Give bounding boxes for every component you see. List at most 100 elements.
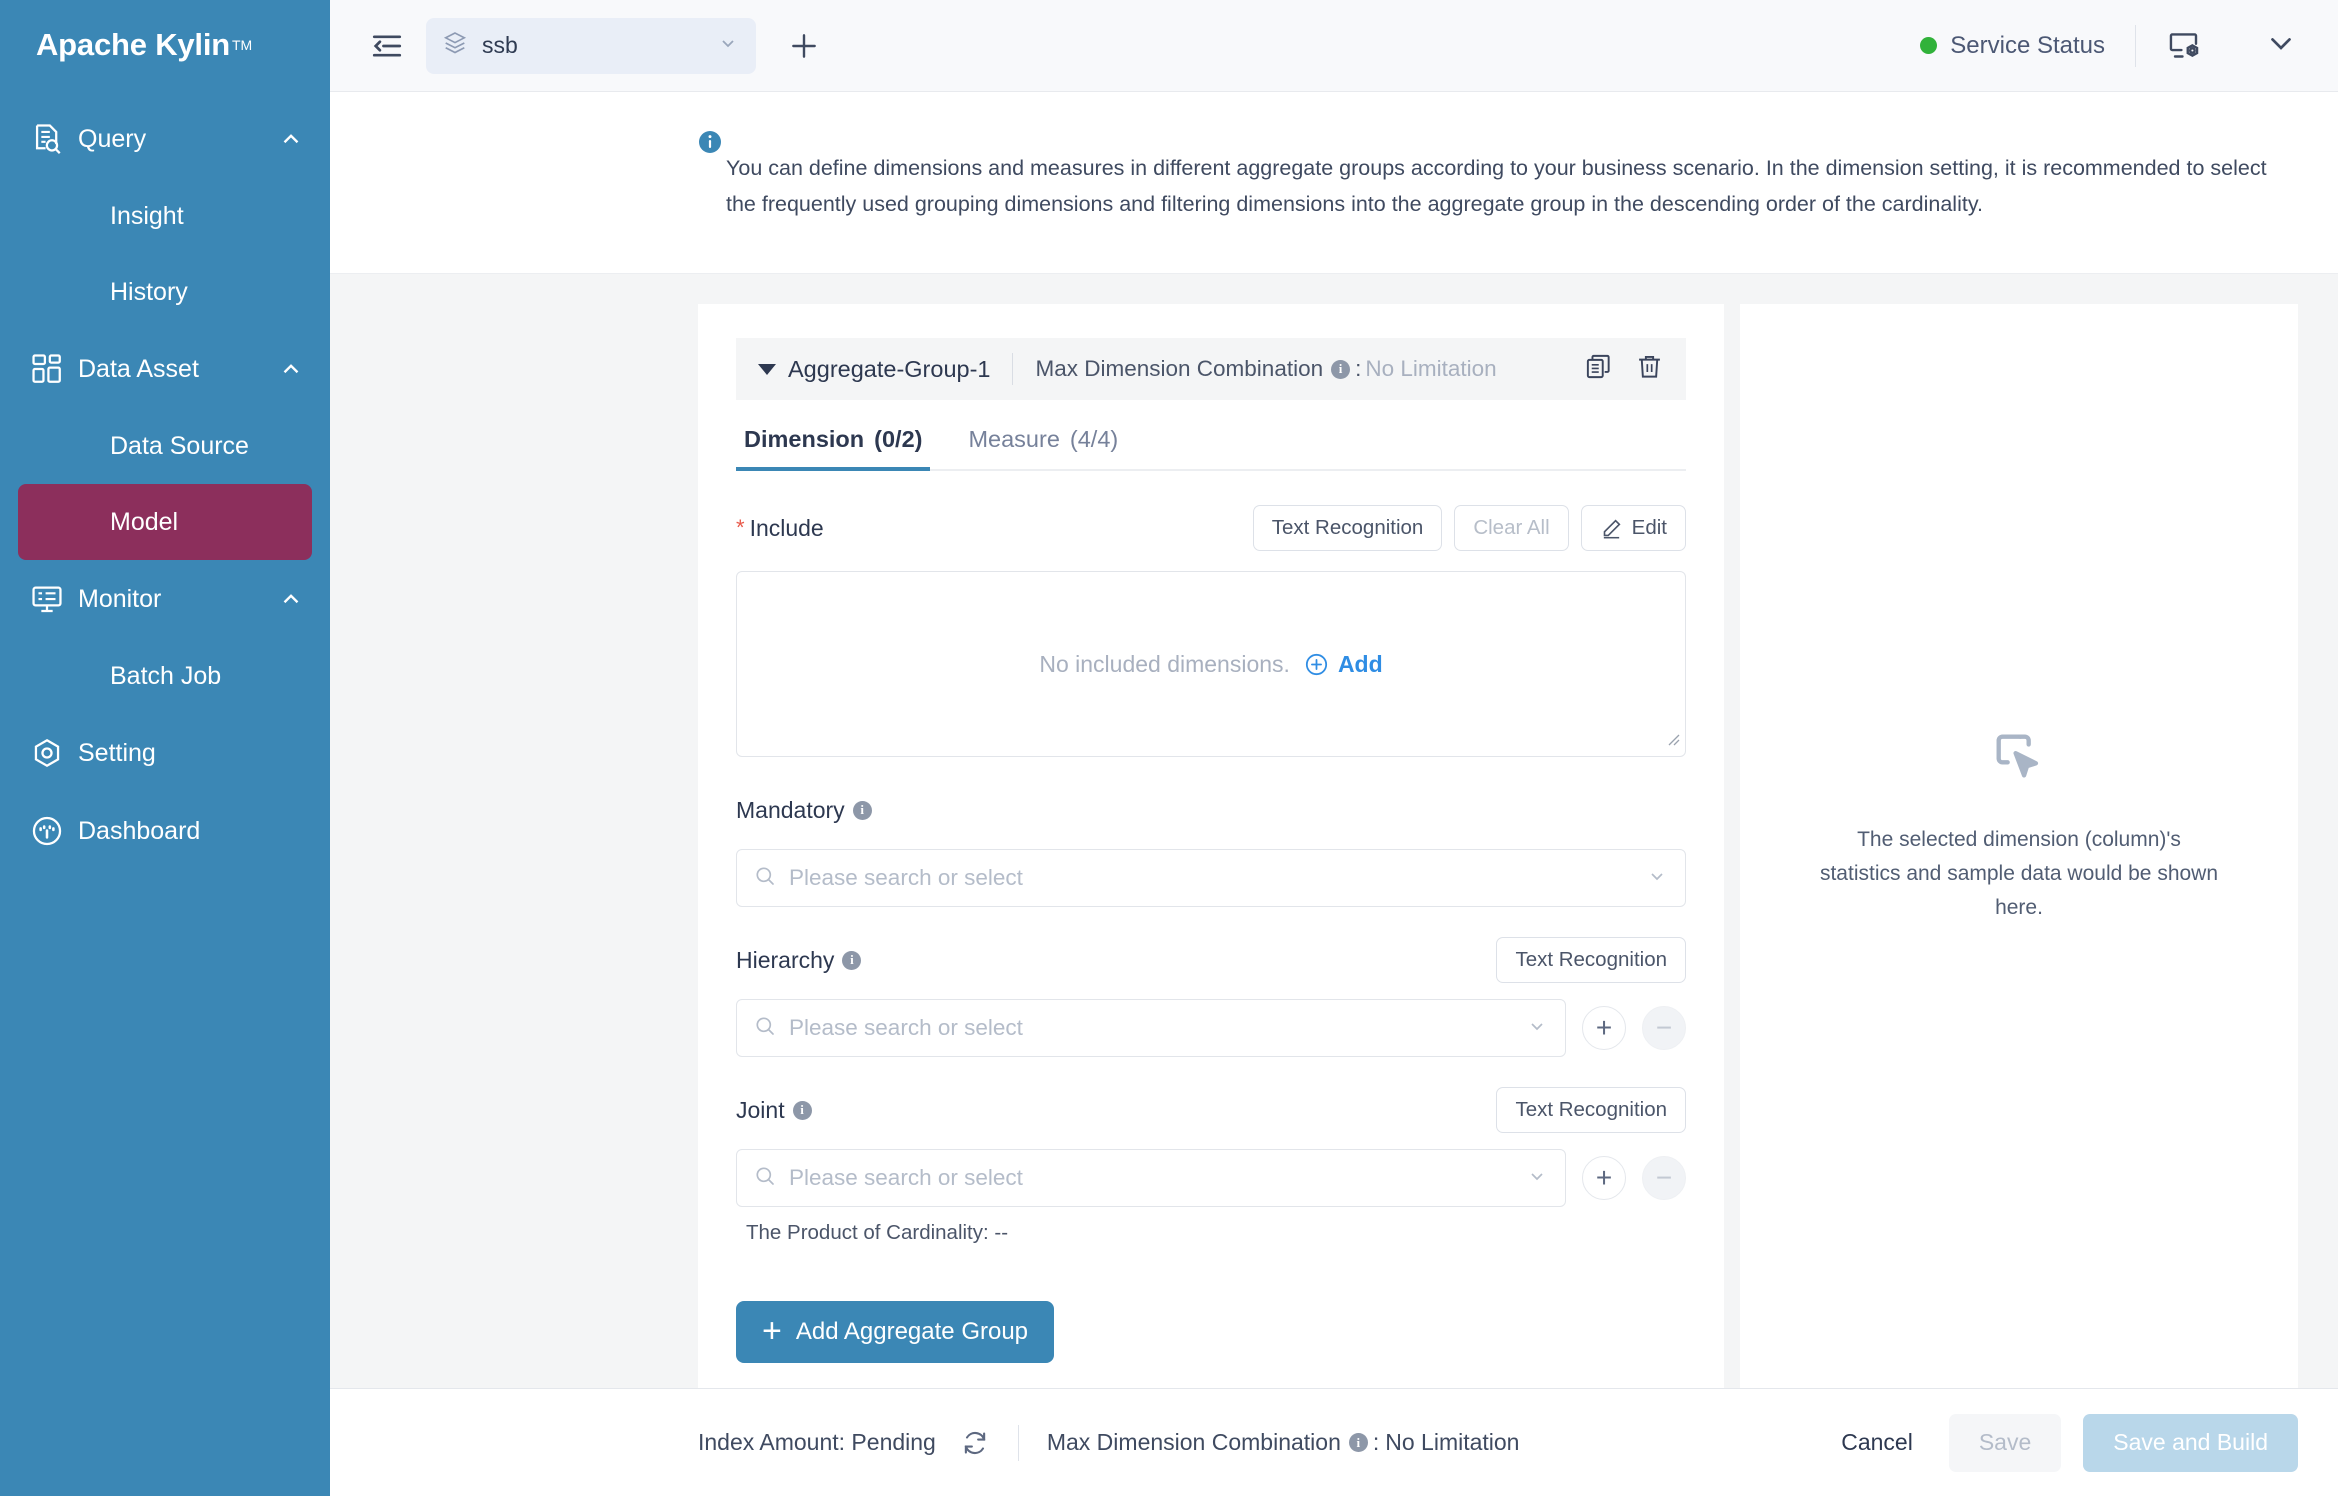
sidebar-item-history[interactable]: History xyxy=(18,254,312,330)
max-dimension-combination-value: No Limitation xyxy=(1365,356,1497,381)
refresh-icon[interactable] xyxy=(960,1428,990,1458)
info-tooltip-icon[interactable]: i xyxy=(792,1100,812,1120)
joint-label: Joint xyxy=(736,1096,785,1123)
footer-max-dimension-combination-separator: : xyxy=(1372,1429,1380,1455)
add-project-icon[interactable] xyxy=(782,24,826,68)
sidebar-item-batch-job[interactable]: Batch Job xyxy=(18,638,312,714)
sidebar-group-monitor[interactable]: Monitor xyxy=(0,560,330,638)
dimension-measure-tabs: Dimension (0/2) Measure (4/4) xyxy=(736,426,1686,471)
dimension-detail-panel: The selected dimension (column)'s statis… xyxy=(1740,304,2298,1388)
include-dimensions-box[interactable]: No included dimensions. Add xyxy=(736,571,1686,757)
sidebar-item-label: Dashboard xyxy=(78,816,201,845)
sidebar-item-label: Data Source xyxy=(110,431,249,460)
data-asset-icon xyxy=(30,352,74,386)
sidebar-group-label: Monitor xyxy=(78,584,162,613)
joint-add-button[interactable]: + xyxy=(1582,1156,1626,1200)
sidebar-item-data-source[interactable]: Data Source xyxy=(18,408,312,484)
tab-dimension[interactable]: Dimension (0/2) xyxy=(736,426,931,471)
content-area: Aggregate-Group-1 Max Dimension Combinat… xyxy=(330,274,2338,1388)
include-edit-label: Edit xyxy=(1631,516,1667,539)
dimension-detail-empty-state: The selected dimension (column)'s statis… xyxy=(1819,728,2219,925)
chevron-up-icon[interactable] xyxy=(278,586,304,612)
include-clear-all-button[interactable]: Clear All xyxy=(1454,505,1569,551)
search-icon xyxy=(753,1164,777,1193)
sidebar-group-label: Query xyxy=(78,124,147,153)
sidebar-item-insight[interactable]: Insight xyxy=(18,178,312,254)
collapse-sidebar-icon[interactable] xyxy=(364,23,410,69)
joint-select[interactable]: Please search or select xyxy=(736,1149,1566,1207)
brand-trademark: TM xyxy=(231,37,253,53)
chevron-down-icon xyxy=(1645,864,1669,893)
divider xyxy=(1012,353,1014,385)
service-status[interactable]: Service Status xyxy=(1920,32,2105,60)
info-tooltip-icon[interactable]: i xyxy=(852,800,872,820)
chevron-up-icon[interactable] xyxy=(278,356,304,382)
include-label: Include xyxy=(749,514,824,541)
footer-max-dimension-combination-value: No Limitation xyxy=(1385,1429,1520,1455)
add-aggregate-group-label: Add Aggregate Group xyxy=(795,1318,1029,1345)
hierarchy-select[interactable]: Please search or select xyxy=(736,999,1566,1057)
status-dot xyxy=(1920,37,1938,54)
plus-circle-icon[interactable] xyxy=(1304,652,1329,677)
mandatory-row: Please search or select xyxy=(736,849,1686,907)
sidebar-group-query[interactable]: Query xyxy=(0,100,330,178)
info-tooltip-icon[interactable]: i xyxy=(1348,1433,1368,1452)
copy-icon[interactable] xyxy=(1584,352,1613,386)
project-selector[interactable]: ssb xyxy=(426,17,756,74)
brand-name: Apache Kylin xyxy=(36,27,230,62)
joint-remove-button[interactable]: − xyxy=(1642,1156,1686,1200)
info-icon xyxy=(698,130,722,159)
footer-bar: Index Amount: Pending Max Dimension Comb… xyxy=(330,1388,2338,1496)
info-tooltip-icon[interactable]: i xyxy=(842,950,862,970)
sidebar-item-model[interactable]: Model xyxy=(18,484,312,560)
info-tooltip-icon[interactable]: i xyxy=(1331,359,1351,379)
include-empty-text: No included dimensions. xyxy=(1039,650,1290,677)
footer-left: Index Amount: Pending Max Dimension Comb… xyxy=(698,1424,1520,1461)
include-edit-button[interactable]: Edit xyxy=(1580,505,1686,551)
save-button[interactable]: Save xyxy=(1948,1413,2062,1472)
joint-row: Please search or select + − xyxy=(736,1149,1686,1207)
brand-logo[interactable]: Apache Kylin TM xyxy=(0,0,330,90)
collapse-caret-icon[interactable] xyxy=(758,363,776,375)
include-add-link[interactable]: Add xyxy=(1338,651,1383,678)
sidebar-group-data-asset[interactable]: Data Asset xyxy=(0,330,330,408)
mandatory-select[interactable]: Please search or select xyxy=(736,849,1686,907)
include-empty-state: No included dimensions. Add xyxy=(1039,651,1382,678)
info-banner: You can define dimensions and measures i… xyxy=(330,92,2338,274)
footer-max-dimension-combination-label: Max Dimension Combination xyxy=(1046,1429,1341,1455)
trash-icon[interactable] xyxy=(1635,352,1664,386)
max-dimension-combination-separator: : xyxy=(1355,356,1362,381)
sidebar-item-setting[interactable]: Setting xyxy=(0,714,330,792)
joint-header-row: Joint i Text Recognition xyxy=(736,1087,1686,1133)
cancel-button[interactable]: Cancel xyxy=(1827,1429,1927,1456)
hierarchy-remove-button[interactable]: − xyxy=(1642,1006,1686,1050)
pencil-icon xyxy=(1600,517,1623,540)
joint-text-recognition-button[interactable]: Text Recognition xyxy=(1496,1087,1686,1133)
app-root: Apache Kylin TM Query Insight History Da… xyxy=(0,0,2338,1496)
click-select-icon xyxy=(1990,734,2048,790)
hierarchy-add-button[interactable]: + xyxy=(1582,1006,1626,1050)
plus-icon: + xyxy=(761,1312,782,1351)
hierarchy-row: Please search or select + − xyxy=(736,999,1686,1057)
divider xyxy=(1017,1424,1019,1461)
joint-placeholder: Please search or select xyxy=(789,1165,1023,1190)
include-actions: Text Recognition Clear All Edit xyxy=(1252,505,1686,551)
sidebar-item-dashboard[interactable]: Dashboard xyxy=(0,792,330,870)
system-admin-icon[interactable] xyxy=(2166,28,2202,64)
tab-measure[interactable]: Measure (4/4) xyxy=(960,426,1126,469)
hierarchy-text-recognition-button[interactable]: Text Recognition xyxy=(1496,937,1686,983)
chevron-up-icon[interactable] xyxy=(278,126,304,152)
save-and-build-button[interactable]: Save and Build xyxy=(2083,1413,2298,1472)
max-dimension-combination-label: Max Dimension Combination xyxy=(1035,356,1324,381)
aggregate-group-actions xyxy=(1584,352,1664,386)
mandatory-header-row: Mandatory i xyxy=(736,787,1686,833)
include-text-recognition-button[interactable]: Text Recognition xyxy=(1252,505,1443,551)
query-icon xyxy=(30,122,74,156)
product-of-cardinality: The Product of Cardinality: -- xyxy=(746,1221,1009,1244)
sidebar-item-label: Setting xyxy=(78,738,156,767)
add-aggregate-group-button[interactable]: + Add Aggregate Group xyxy=(736,1301,1054,1363)
joint-actions: Text Recognition xyxy=(1496,1087,1686,1133)
user-menu-icon[interactable] xyxy=(2264,26,2298,65)
monitor-icon xyxy=(30,582,74,616)
resize-handle[interactable] xyxy=(1663,729,1681,752)
